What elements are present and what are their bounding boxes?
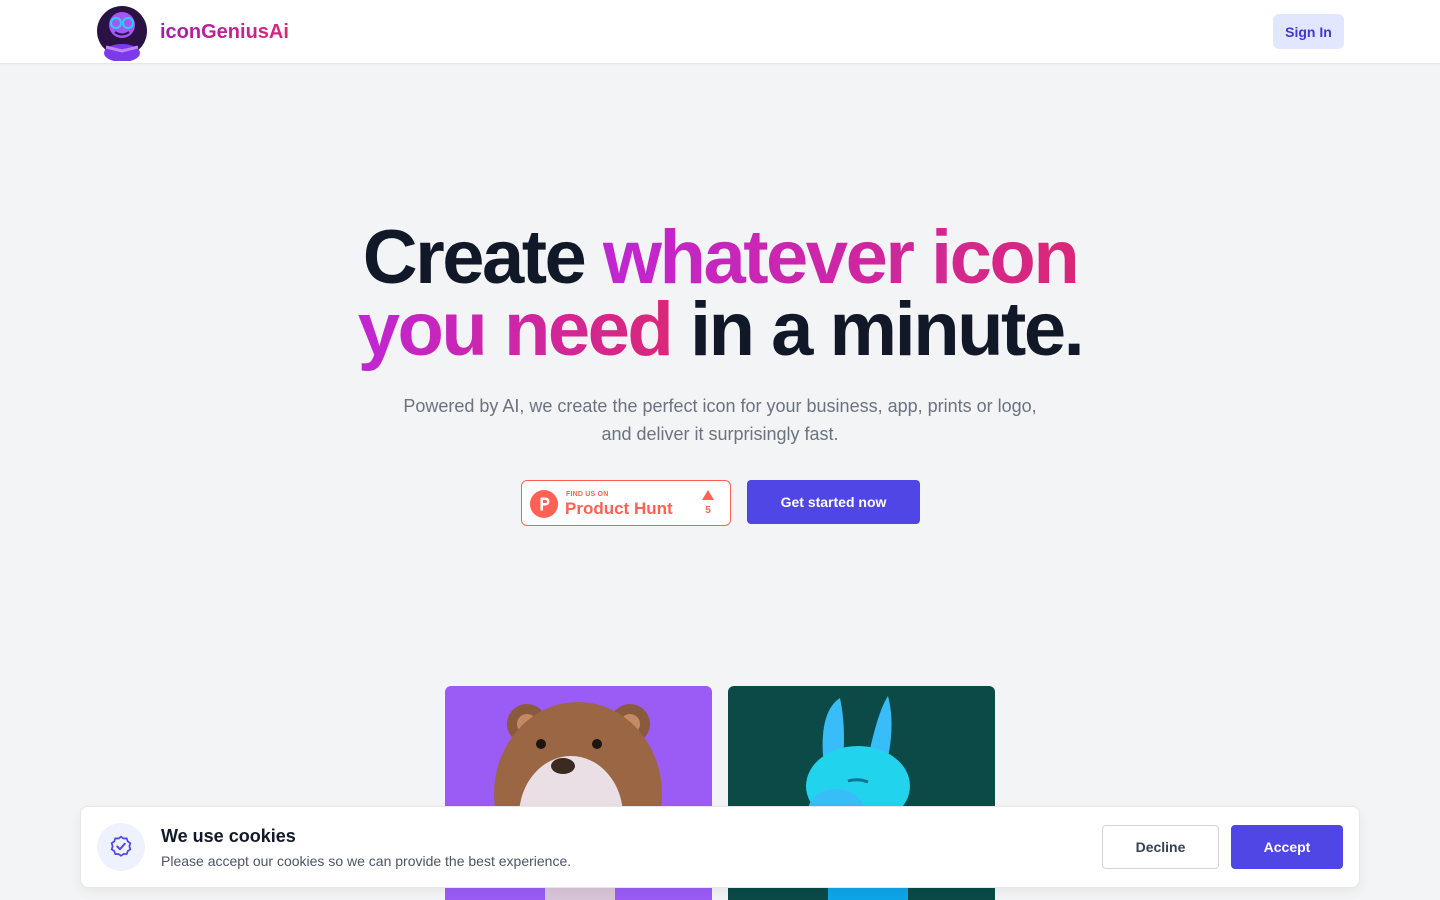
logo-mascot-icon: [97, 6, 147, 61]
producthunt-small-text: FIND US ON: [566, 491, 609, 498]
check-badge-icon: [110, 835, 132, 857]
brand-link[interactable]: iconGeniusAi: [96, 3, 289, 61]
hero-title-highlight2: you need: [357, 287, 674, 372]
sign-in-button[interactable]: Sign In: [1273, 14, 1344, 49]
hero-title-part2: in a minute.: [671, 287, 1085, 372]
upvote-triangle-icon: [702, 490, 714, 500]
decline-button[interactable]: Decline: [1102, 825, 1219, 869]
brand-name: iconGeniusAi: [160, 20, 289, 43]
cookie-text: Please accept our cookies so we can prov…: [161, 853, 572, 869]
producthunt-badge[interactable]: FIND US ON Product Hunt 5: [521, 480, 731, 526]
site-header: iconGeniusAi Sign In: [0, 0, 1440, 64]
cookie-icon-wrapper: [97, 823, 145, 871]
accept-button[interactable]: Accept: [1231, 825, 1343, 869]
get-started-button[interactable]: Get started now: [747, 480, 920, 524]
producthunt-big-text: Product Hunt: [565, 499, 673, 518]
cookie-banner: We use cookies Please accept our cookies…: [80, 806, 1360, 888]
producthunt-upvote-count: 5: [705, 505, 711, 516]
producthunt-logo-icon: [530, 490, 558, 518]
cookie-title: We use cookies: [161, 826, 296, 846]
hero-title: Create whatever icon you need in a minut…: [0, 220, 1440, 368]
hero-subtitle: Powered by AI, we create the perfect ico…: [403, 396, 1037, 444]
